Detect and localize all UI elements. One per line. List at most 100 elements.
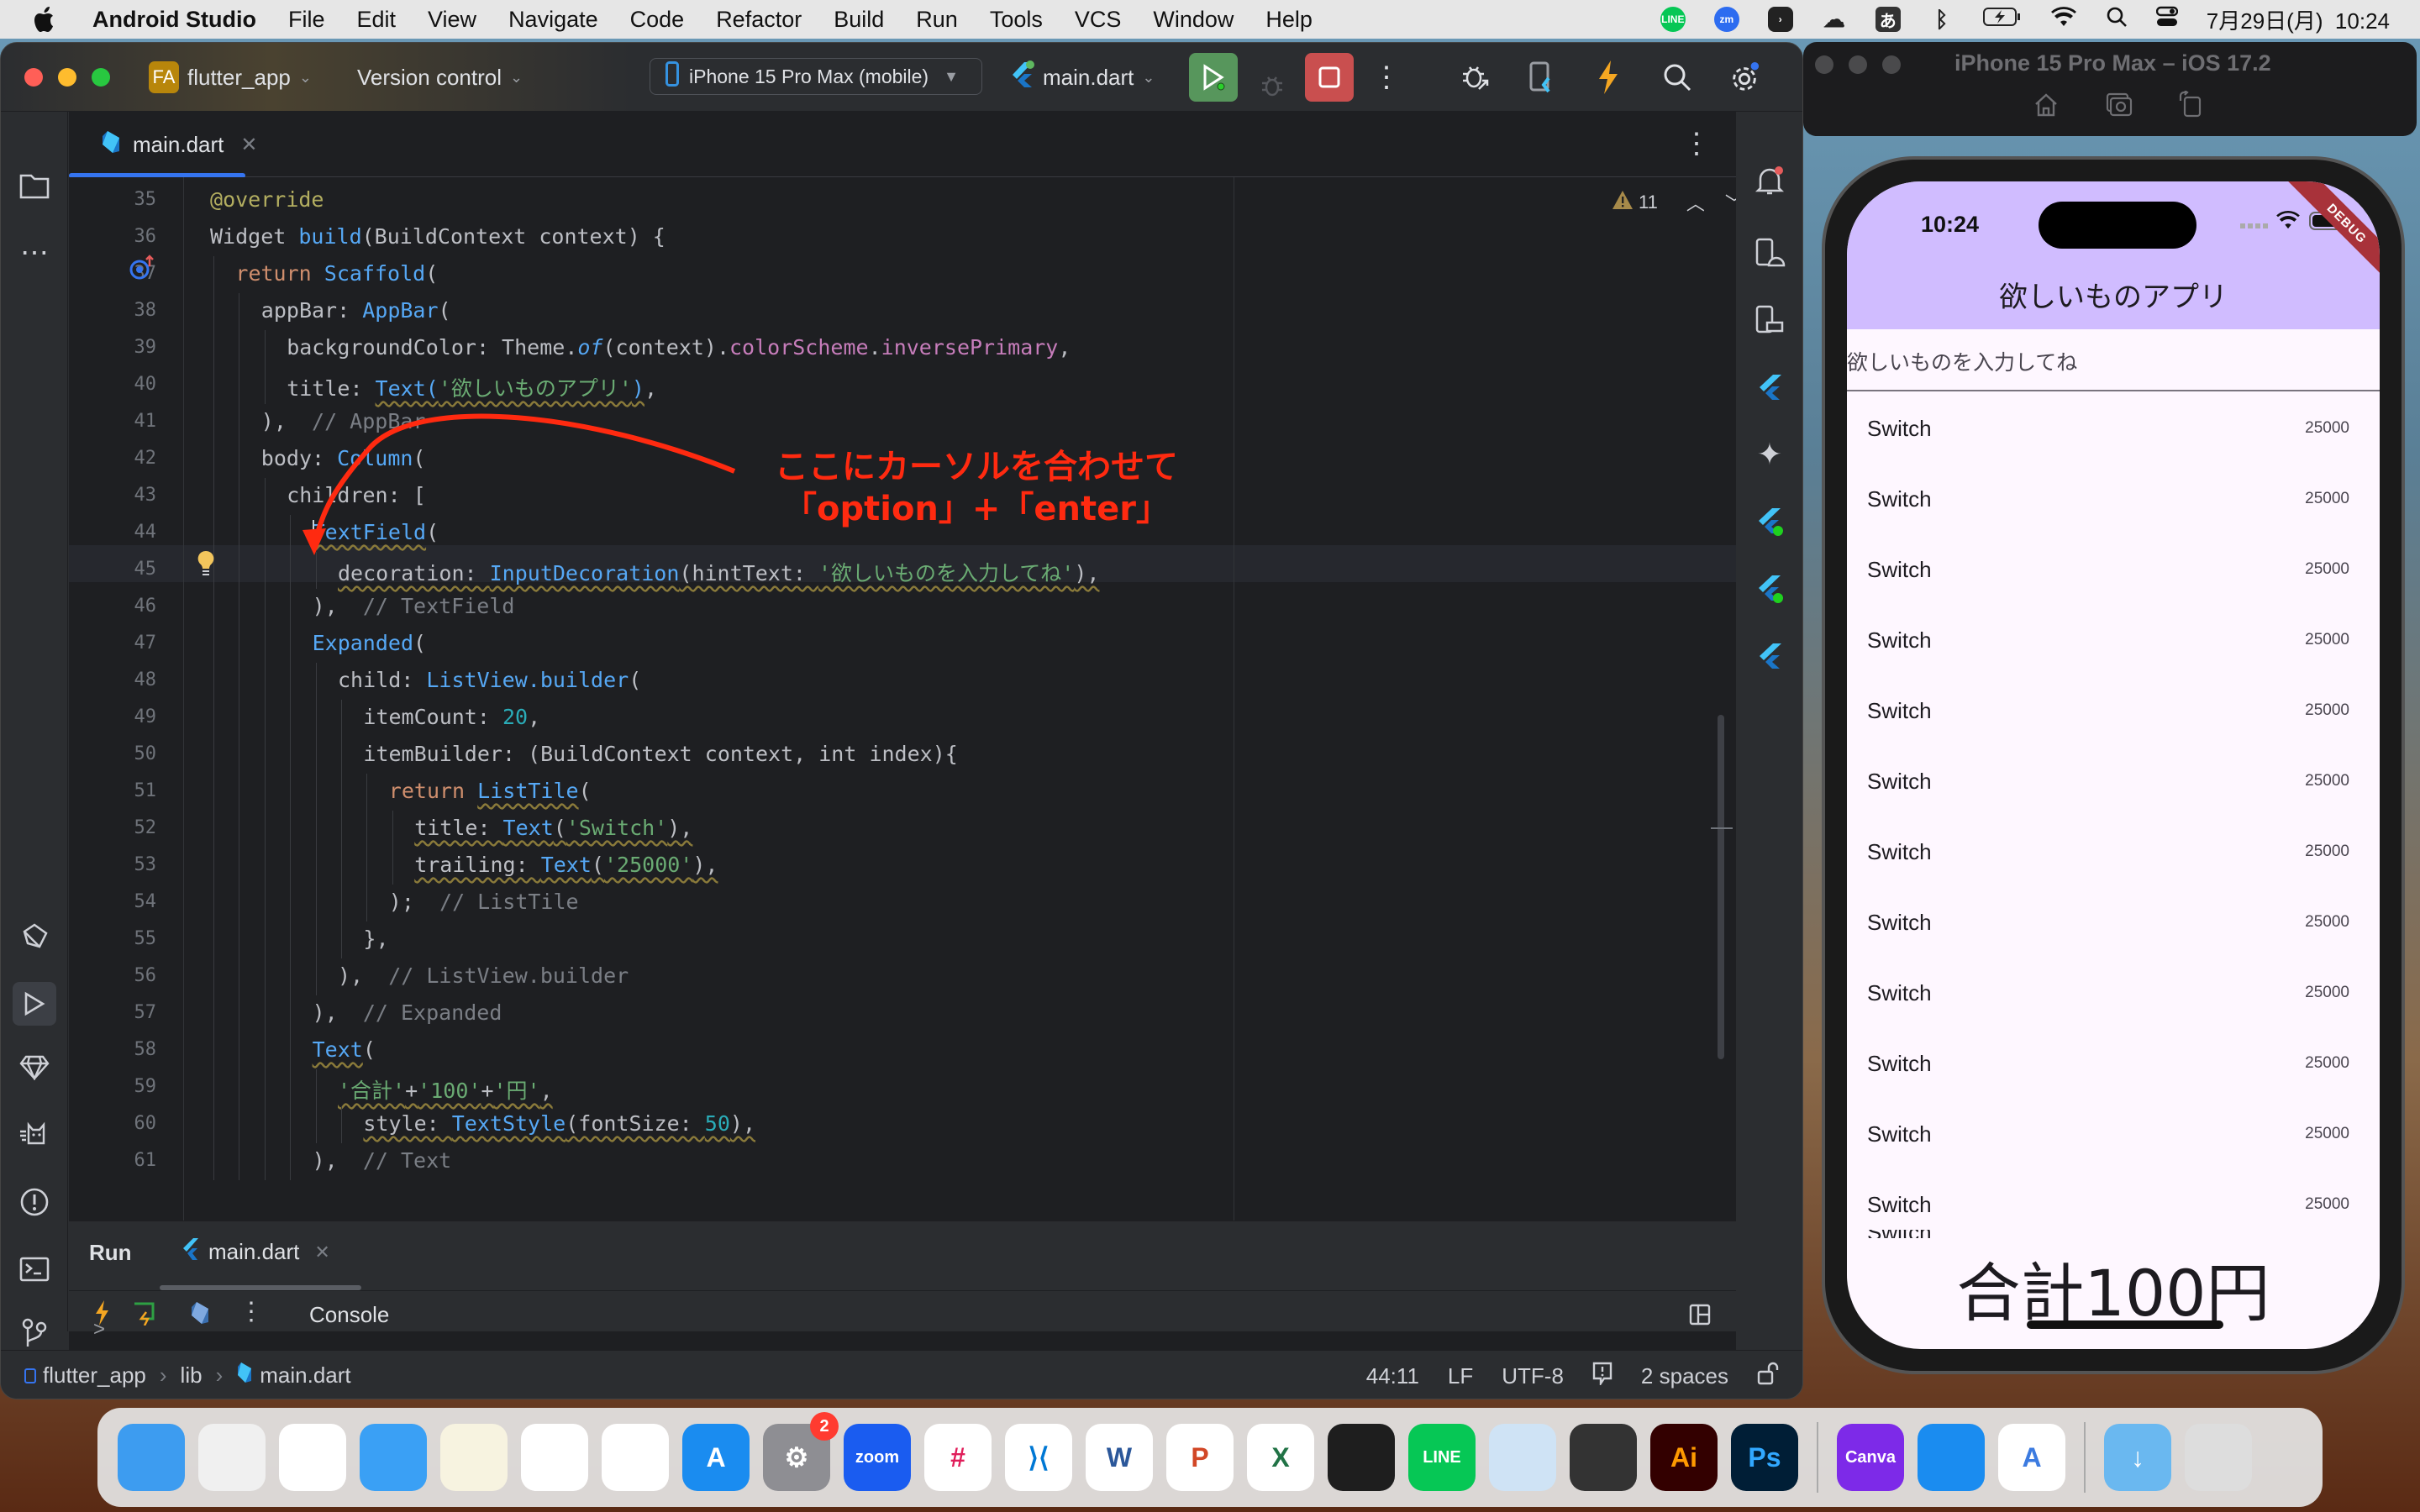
settings-gear-icon[interactable] [1728, 61, 1760, 93]
running-devices-icon[interactable] [1751, 302, 1788, 339]
list-tile[interactable]: Switch 25000 [1847, 887, 2380, 958]
code-editor[interactable]: 35 @override 36 Widget build(BuildContext c… [69, 177, 1736, 1221]
menu-window[interactable]: Window [1153, 7, 1234, 33]
list-tile[interactable]: Switch 25000 [1847, 1028, 2380, 1099]
line-number[interactable]: 50 [103, 743, 157, 764]
dock-app-preview[interactable] [1489, 1424, 1556, 1491]
project-folder-icon[interactable] [16, 167, 53, 204]
console-tab[interactable]: Console [309, 1302, 389, 1328]
line-number[interactable]: 61 [103, 1150, 157, 1171]
iphone-screen[interactable]: 10:24 DEBUG 欲しいものアプリ 欲しいものを入力してね Switch 2… [1847, 181, 2380, 1349]
code-line[interactable]: '合計'+'100'+'円', [338, 1074, 553, 1105]
dock-app-system-settings[interactable]: ⚙ 2 [763, 1412, 839, 1491]
lock-icon[interactable] [1757, 1362, 1779, 1391]
flutter-performance-icon[interactable] [1751, 570, 1788, 607]
menu-help[interactable]: Help [1265, 7, 1313, 33]
dock-app-android-studio[interactable]: A [1998, 1424, 2065, 1491]
zoom-window-button[interactable] [1882, 55, 1901, 74]
menu-build[interactable]: Build [834, 7, 884, 33]
code-line[interactable]: title: Text('Switch'), [414, 816, 692, 840]
problems-warning-icon[interactable] [16, 1184, 53, 1221]
list-tile[interactable]: Switch 25000 [1847, 958, 2380, 1028]
list-tile[interactable]: Switch 25000 [1847, 1099, 2380, 1169]
attach-debugger-icon[interactable] [1460, 61, 1491, 93]
dock-app-excel[interactable]: X [1247, 1424, 1314, 1491]
code-line[interactable]: trailing: Text('25000'), [414, 853, 718, 877]
gemini-sparkle-icon[interactable]: ✦ [1751, 436, 1788, 473]
git-branch-icon[interactable] [16, 1315, 53, 1352]
line-number[interactable]: 58 [103, 1039, 157, 1060]
home-indicator[interactable] [2027, 1320, 2223, 1329]
wish-input-field[interactable]: 欲しいものを入力してね [1847, 329, 2380, 391]
dock-app-notes[interactable] [440, 1424, 508, 1491]
hot-restart-icon[interactable] [131, 1300, 156, 1330]
minimize-window-button[interactable] [58, 68, 76, 87]
close-tab-icon[interactable]: ✕ [314, 1242, 329, 1263]
dock-app-word[interactable]: W [1086, 1424, 1153, 1491]
flutter-inspector-icon[interactable] [1751, 369, 1788, 406]
code-line[interactable]: style: TextStyle(fontSize: 50), [363, 1111, 755, 1136]
wish-list[interactable]: Switch 25000 Switch 25000 Switch 25000 Switch 2… [1847, 393, 2380, 1236]
dock-app-launchpad[interactable] [198, 1424, 266, 1491]
run-button[interactable] [1189, 53, 1238, 102]
close-tab-icon[interactable]: ✕ [240, 133, 257, 157]
line-number[interactable]: 56 [103, 965, 157, 986]
list-tile[interactable]: Switch 25000 [1847, 534, 2380, 605]
run-more-icon[interactable]: ⋮ [239, 1297, 264, 1326]
home-icon[interactable] [2033, 92, 2059, 122]
run-configuration-selector[interactable]: main.dart ⌄ [1009, 60, 1155, 93]
menu-run[interactable]: Run [916, 7, 958, 33]
wifi-icon[interactable] [2050, 6, 2077, 34]
stop-button[interactable] [1305, 53, 1354, 102]
app-shield-icon[interactable]: › [1767, 7, 1793, 32]
dock-app-downloads-folder[interactable]: ↓ [2104, 1424, 2171, 1491]
line-number[interactable]: 54 [103, 891, 157, 912]
list-tile[interactable]: Switch 25000 [1847, 464, 2380, 534]
menu-vcs[interactable]: VCS [1075, 7, 1122, 33]
menu-refactor[interactable]: Refactor [716, 7, 802, 33]
dock-app-zoom[interactable]: zoom [844, 1424, 911, 1491]
version-control-menu[interactable]: Version control ⌄ [357, 61, 523, 93]
run-tab-main-dart[interactable]: main.dart ✕ [182, 1236, 330, 1268]
line-number[interactable]: 60 [103, 1113, 157, 1134]
breadcrumb-project[interactable]: flutter_app [43, 1362, 146, 1389]
search-icon[interactable] [1661, 61, 1693, 93]
close-window-button[interactable] [24, 68, 43, 87]
zoom-window-button[interactable] [92, 68, 110, 87]
list-tile[interactable]: Switch 25000 [1847, 746, 2380, 816]
layout-toggle-icon[interactable] [1689, 1304, 1711, 1330]
dock-app-illustrator[interactable]: Ai [1650, 1424, 1718, 1491]
console-area[interactable] [135, 1336, 1735, 1350]
inspection-icon[interactable] [1592, 1362, 1612, 1391]
list-tile[interactable]: Switch 25000 [1847, 816, 2380, 887]
minimize-window-button[interactable] [1849, 55, 1867, 74]
tab-main-dart[interactable]: main.dart ✕ [89, 112, 270, 177]
dock-app-final-cut-pro[interactable] [1570, 1424, 1637, 1491]
code-line[interactable]: ); // ListTile [389, 890, 579, 914]
battery-icon[interactable] [1982, 7, 2022, 33]
logcat-cat-icon[interactable] [16, 1116, 53, 1153]
line-number[interactable]: 49 [103, 706, 157, 727]
menu-view[interactable]: View [428, 7, 476, 33]
flutter-devtools-icon[interactable] [1751, 638, 1788, 675]
dock-app-chrome[interactable] [602, 1424, 669, 1491]
dock-app-mail[interactable] [360, 1424, 427, 1491]
editor-more-icon[interactable]: ⋮ [1682, 127, 1711, 160]
dock-app-safari[interactable] [279, 1424, 346, 1491]
line-number[interactable]: 51 [103, 780, 157, 801]
dock-app-freeform[interactable] [521, 1424, 588, 1491]
line-icon[interactable]: LINE [1660, 7, 1686, 32]
caret-position[interactable]: 44:11 [1366, 1363, 1419, 1389]
indent-setting[interactable]: 2 spaces [1641, 1363, 1728, 1389]
flutter-outline-icon[interactable] [1751, 503, 1788, 540]
build-hammer-icon[interactable] [16, 918, 53, 955]
project-selector[interactable]: FA flutter_app ⌄ [149, 61, 312, 93]
more-actions-icon[interactable]: ⋮ [1370, 61, 1402, 93]
debug-bug-icon[interactable] [1256, 70, 1288, 102]
line-number[interactable]: 59 [103, 1076, 157, 1097]
terminal-icon[interactable] [16, 1251, 53, 1288]
menu-app-name[interactable]: Android Studio [92, 7, 256, 33]
list-tile[interactable]: Switch 25000 [1847, 675, 2380, 746]
apple-menu-icon[interactable] [34, 6, 59, 33]
run-tool-window-icon[interactable] [13, 982, 56, 1026]
